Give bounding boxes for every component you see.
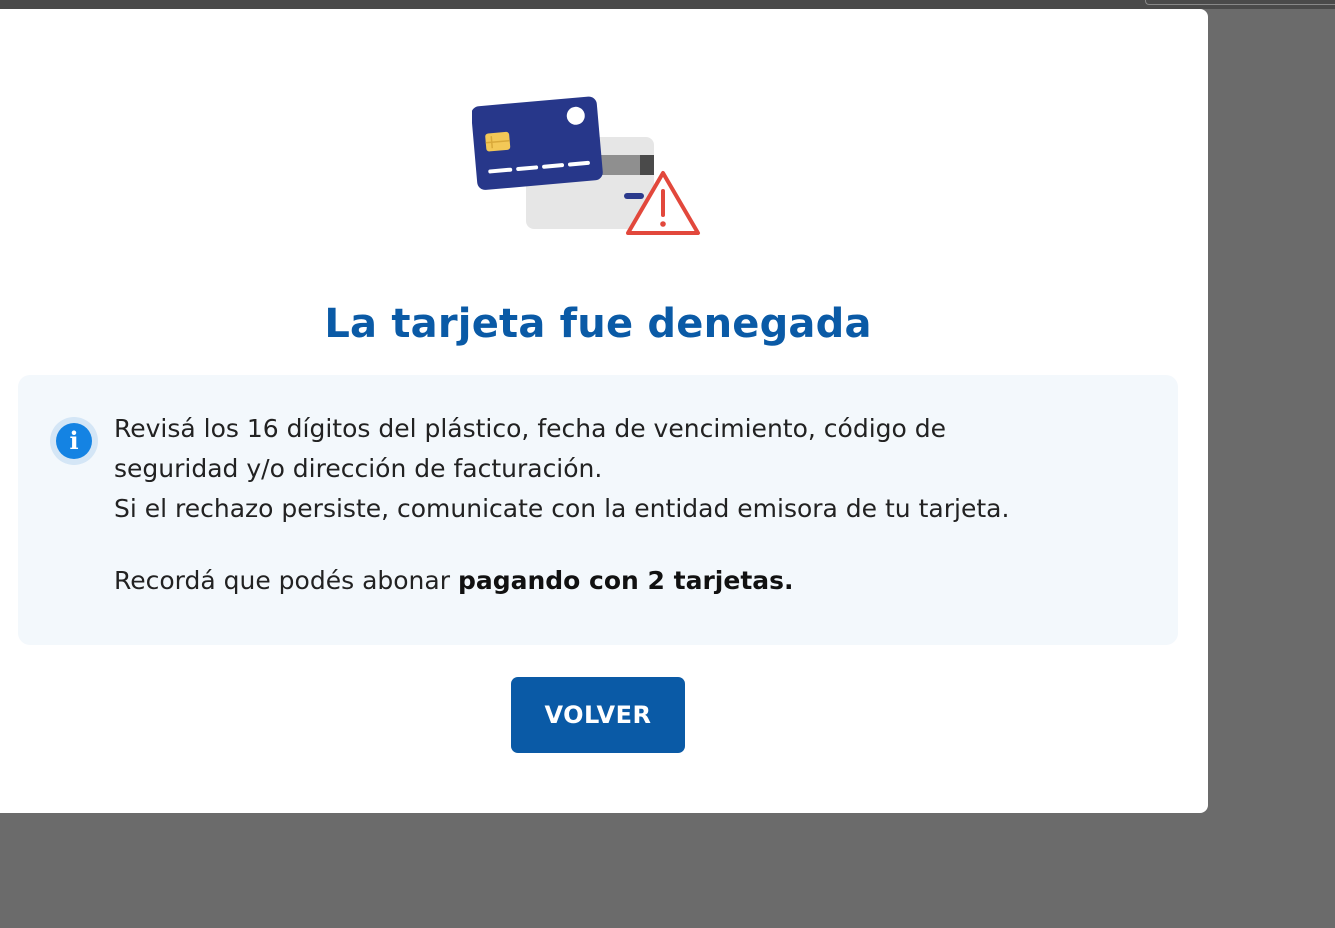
info-text: Revisá los 16 dígitos del plástico, fech…: [114, 409, 1154, 601]
info-reminder: Recordá que podés abonar pagando con 2 t…: [114, 561, 1154, 601]
info-line-3: Si el rechazo persiste, comunicate con l…: [114, 494, 1010, 523]
info-reminder-prefix: Recordá que podés abonar: [114, 566, 458, 595]
info-reminder-bold: pagando con 2 tarjetas.: [457, 566, 794, 595]
modal-title: La tarjeta fue denegada: [324, 301, 872, 347]
error-modal: La tarjeta fue denegada i Revisá los 16 …: [0, 9, 1208, 813]
info-line-1: Revisá los 16 dígitos del plástico, fech…: [114, 414, 946, 443]
top-bar-edge: [1145, 0, 1335, 5]
browser-top-bar: [0, 0, 1335, 9]
front-card-icon: [472, 96, 603, 190]
info-box: i Revisá los 16 dígitos del plástico, fe…: [18, 375, 1178, 645]
info-icon: i: [50, 417, 98, 465]
info-icon-glyph: i: [56, 423, 92, 459]
card-declined-icon: [472, 96, 700, 235]
volver-button[interactable]: VOLVER: [511, 677, 685, 753]
info-line-2: seguridad y/o dirección de facturación.: [114, 454, 603, 483]
